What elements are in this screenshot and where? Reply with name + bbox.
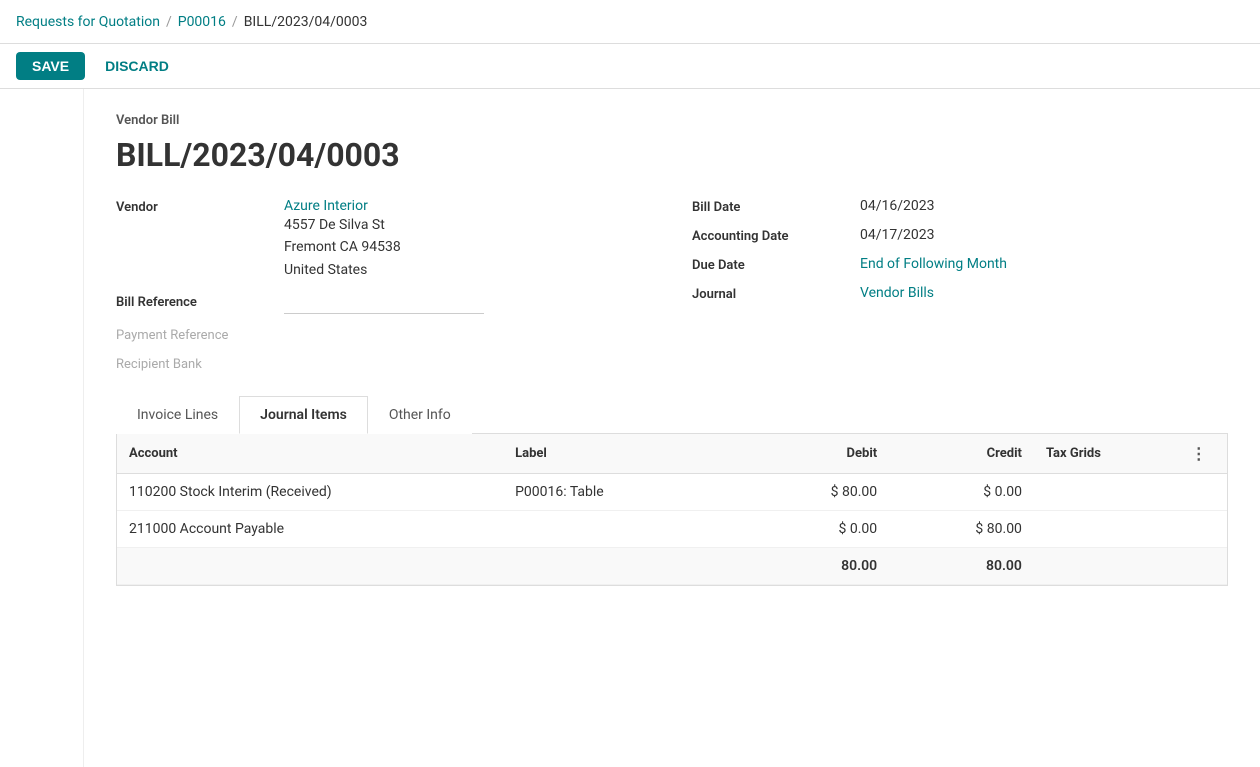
accounting-date-label: Accounting Date [692,227,852,244]
bill-reference-field: Bill Reference [116,293,652,314]
tab-invoice-lines[interactable]: Invoice Lines [116,396,239,434]
cell-taxgrids-0 [1034,474,1179,511]
breadcrumb-sep1: / [166,14,172,30]
table-header: Account Label Debit Credit Tax Grids ⋮ [117,434,1227,474]
sidebar [0,89,84,767]
bill-reference-input[interactable] [284,293,484,314]
cell-label-0: P00016: Table [503,474,744,511]
tab-other-info[interactable]: Other Info [368,396,472,434]
cell-label-1 [503,511,744,548]
due-date-value[interactable]: End of Following Month [860,256,1228,272]
footer-debit-total: 80.00 [744,548,889,585]
main-content: Vendor Bill BILL/2023/04/0003 Vendor Azu… [84,89,1260,767]
breadcrumb-current: BILL/2023/04/0003 [244,14,368,30]
breadcrumb: Requests for Quotation / P00016 / BILL/2… [16,14,367,30]
bill-title: BILL/2023/04/0003 [116,136,1228,174]
vendor-value: Azure Interior 4557 De Silva St Fremont … [284,198,652,281]
cell-debit-1: $ 0.00 [744,511,889,548]
vendor-address3: United States [284,259,652,281]
tab-journal-items[interactable]: Journal Items [239,396,368,434]
form-type-label: Vendor Bill [116,113,1228,128]
journal-label: Journal [692,285,852,302]
journal-value[interactable]: Vendor Bills [860,285,1228,301]
footer-end [1034,548,1227,585]
table-row: 211000 Account Payable $ 0.00 $ 80.00 [117,511,1227,548]
vendor-label: Vendor [116,198,276,215]
table-row: 110200 Stock Interim (Received) P00016: … [117,474,1227,511]
payment-reference-label: Payment Reference [116,326,276,343]
cell-taxgrids-1 [1034,511,1179,548]
accounting-date-value[interactable]: 04/17/2023 [860,227,1228,243]
form-grid: Vendor Azure Interior 4557 De Silva St F… [116,198,1228,372]
bill-date-label: Bill Date [692,198,852,215]
col-header-account: Account [117,434,503,474]
due-date-field: Due Date End of Following Month [692,256,1228,273]
col-header-debit: Debit [744,434,889,474]
table-footer: 80.00 80.00 [117,548,1227,585]
vendor-address: 4557 De Silva St Fremont CA 94538 United… [284,214,652,281]
recipient-bank-label: Recipient Bank [116,355,276,372]
vendor-field: Vendor Azure Interior 4557 De Silva St F… [116,198,652,281]
bill-date-value[interactable]: 04/16/2023 [860,198,1228,214]
bill-reference-label: Bill Reference [116,293,276,310]
due-date-label: Due Date [692,256,852,273]
discard-button[interactable]: DISCARD [93,52,181,80]
vendor-address2: Fremont CA 94538 [284,236,652,258]
accounting-date-field: Accounting Date 04/17/2023 [692,227,1228,244]
cell-debit-0: $ 80.00 [744,474,889,511]
breadcrumb-p00016[interactable]: P00016 [178,14,226,30]
page-layout: Vendor Bill BILL/2023/04/0003 Vendor Azu… [0,89,1260,767]
cell-account-0: 110200 Stock Interim (Received) [117,474,503,511]
journal-field: Journal Vendor Bills [692,285,1228,302]
col-header-actions: ⋮ [1179,434,1227,474]
cell-credit-1: $ 80.00 [889,511,1034,548]
payment-reference-field: Payment Reference [116,326,652,343]
bill-date-field: Bill Date 04/16/2023 [692,198,1228,215]
tabs: Invoice Lines Journal Items Other Info [116,396,1228,434]
save-button[interactable]: SAVE [16,52,85,80]
form-left: Vendor Azure Interior 4557 De Silva St F… [116,198,652,372]
col-header-credit: Credit [889,434,1034,474]
journal-items-table: Account Label Debit Credit Tax Grids ⋮ 1… [117,434,1227,585]
breadcrumb-rfq[interactable]: Requests for Quotation [16,14,160,30]
footer-spacer [117,548,744,585]
recipient-bank-field: Recipient Bank [116,355,652,372]
action-bar: SAVE DISCARD [0,44,1260,89]
breadcrumb-bar: Requests for Quotation / P00016 / BILL/2… [0,0,1260,44]
footer-credit-total: 80.00 [889,548,1034,585]
vendor-address1: 4557 De Silva St [284,214,652,236]
cell-actions-1 [1179,511,1227,548]
table-body: 110200 Stock Interim (Received) P00016: … [117,474,1227,548]
form-right: Bill Date 04/16/2023 Accounting Date 04/… [692,198,1228,372]
breadcrumb-sep2: / [232,14,238,30]
journal-items-table-section: Account Label Debit Credit Tax Grids ⋮ 1… [116,434,1228,586]
cell-account-1: 211000 Account Payable [117,511,503,548]
column-options-icon[interactable]: ⋮ [1191,444,1207,463]
col-header-tax-grids: Tax Grids [1034,434,1179,474]
cell-credit-0: $ 0.00 [889,474,1034,511]
col-header-label: Label [503,434,744,474]
vendor-name[interactable]: Azure Interior [284,198,652,214]
cell-actions-0 [1179,474,1227,511]
